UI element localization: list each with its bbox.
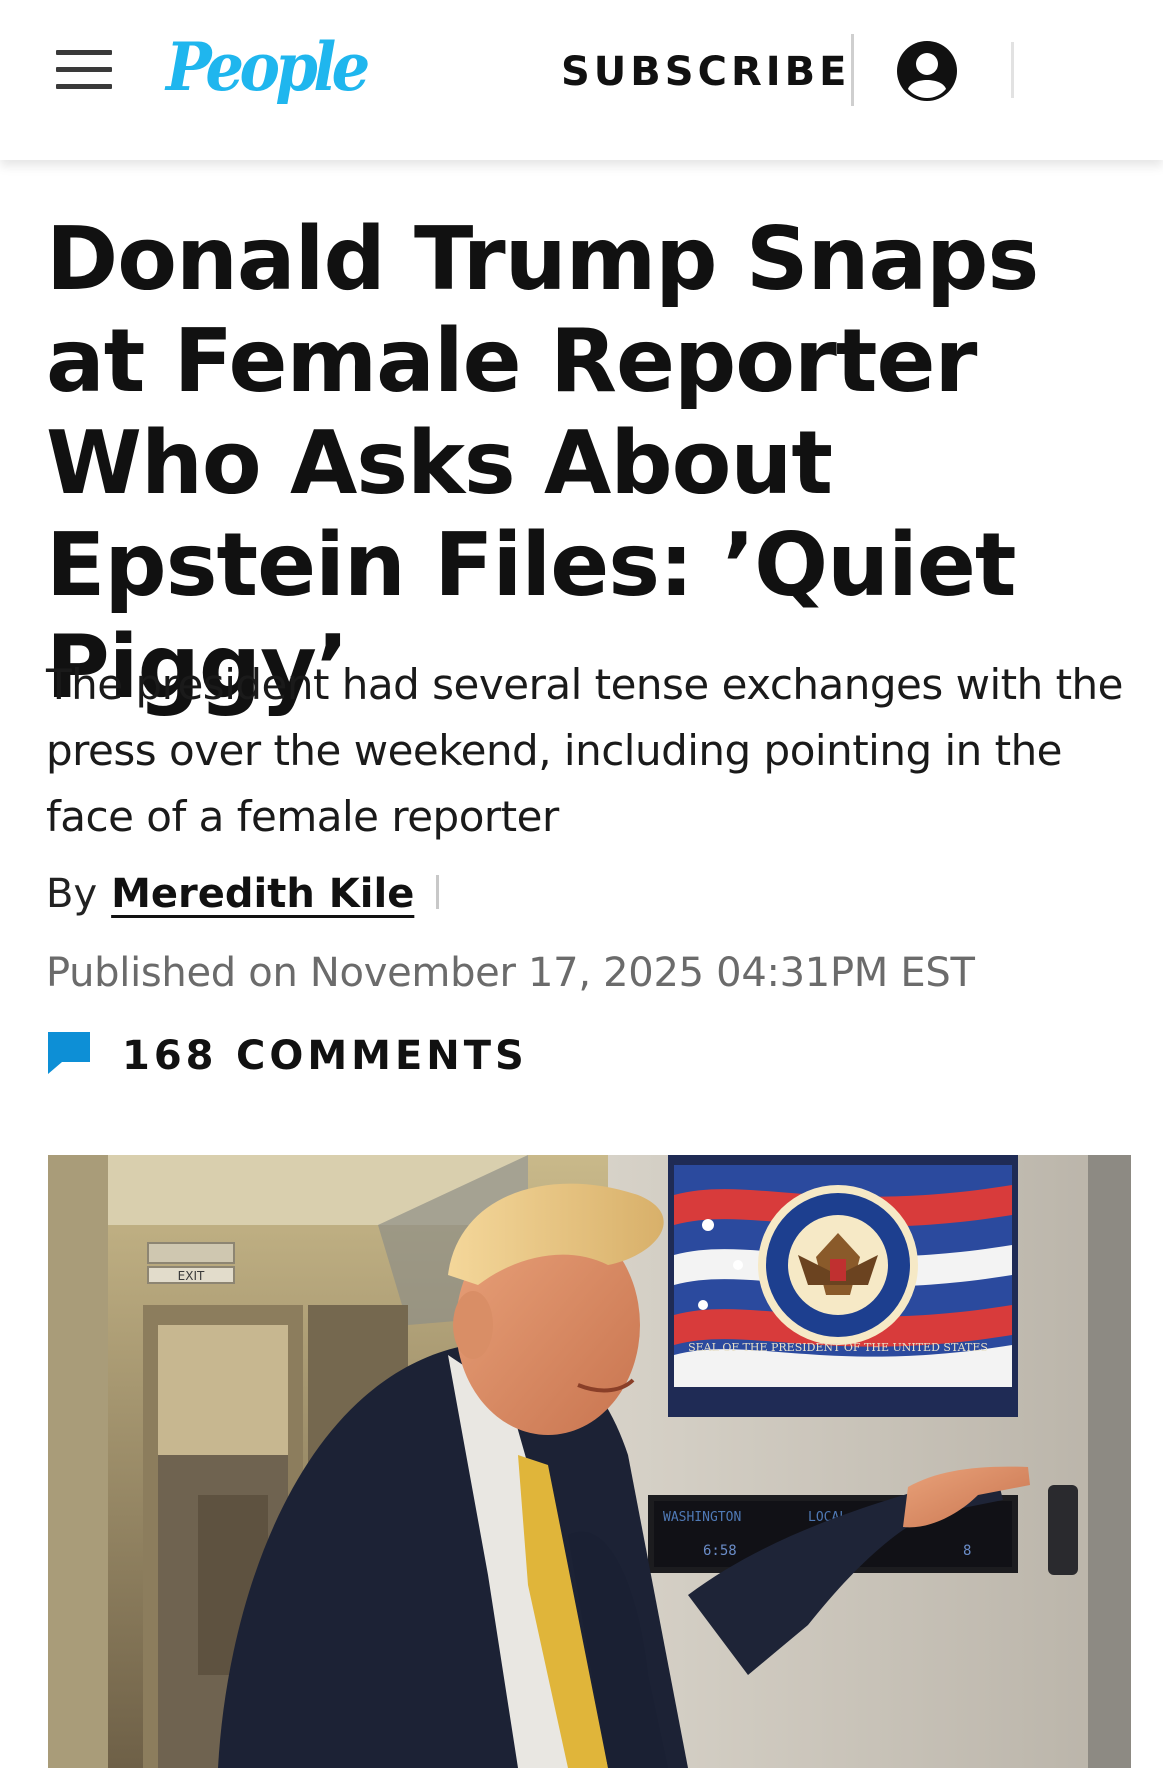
hero-image[interactable]: EXIT SEAL OF THE PRESIDENT OF THE UNITED…	[48, 1155, 1131, 1768]
header-divider	[851, 34, 854, 106]
clock-time-right: 8	[963, 1543, 971, 1559]
header-divider-right	[1011, 42, 1014, 98]
subscribe-button[interactable]: SUBSCRIBE	[561, 46, 850, 98]
article-headline: Donald Trump Snaps at Female Reporter Wh…	[46, 208, 1039, 718]
author-link[interactable]: Meredith Kile	[111, 871, 414, 917]
comment-bubble-icon	[48, 1032, 90, 1074]
clock-washington-label: WASHINGTON	[663, 1510, 741, 1525]
people-logo[interactable]: People	[166, 22, 370, 112]
presidential-seal-text: SEAL OF THE PRESIDENT OF THE UNITED STAT…	[688, 1341, 988, 1354]
byline-divider	[436, 875, 440, 909]
user-account-icon[interactable]	[896, 40, 958, 102]
comments-count: 168	[122, 1033, 218, 1079]
published-date: Published on November 17, 2025 04:31PM E…	[46, 950, 975, 996]
byline: By Meredith Kile	[46, 866, 440, 922]
clock-time: 6:58	[703, 1543, 737, 1559]
site-header: People SUBSCRIBE	[0, 0, 1163, 160]
article-dek: The president had several tense exchange…	[46, 660, 1124, 841]
byline-prefix: By	[46, 871, 98, 917]
comments-label: COMMENTS	[236, 1033, 528, 1079]
hamburger-menu-icon[interactable]	[56, 50, 112, 90]
exit-sign: EXIT	[178, 1269, 205, 1283]
